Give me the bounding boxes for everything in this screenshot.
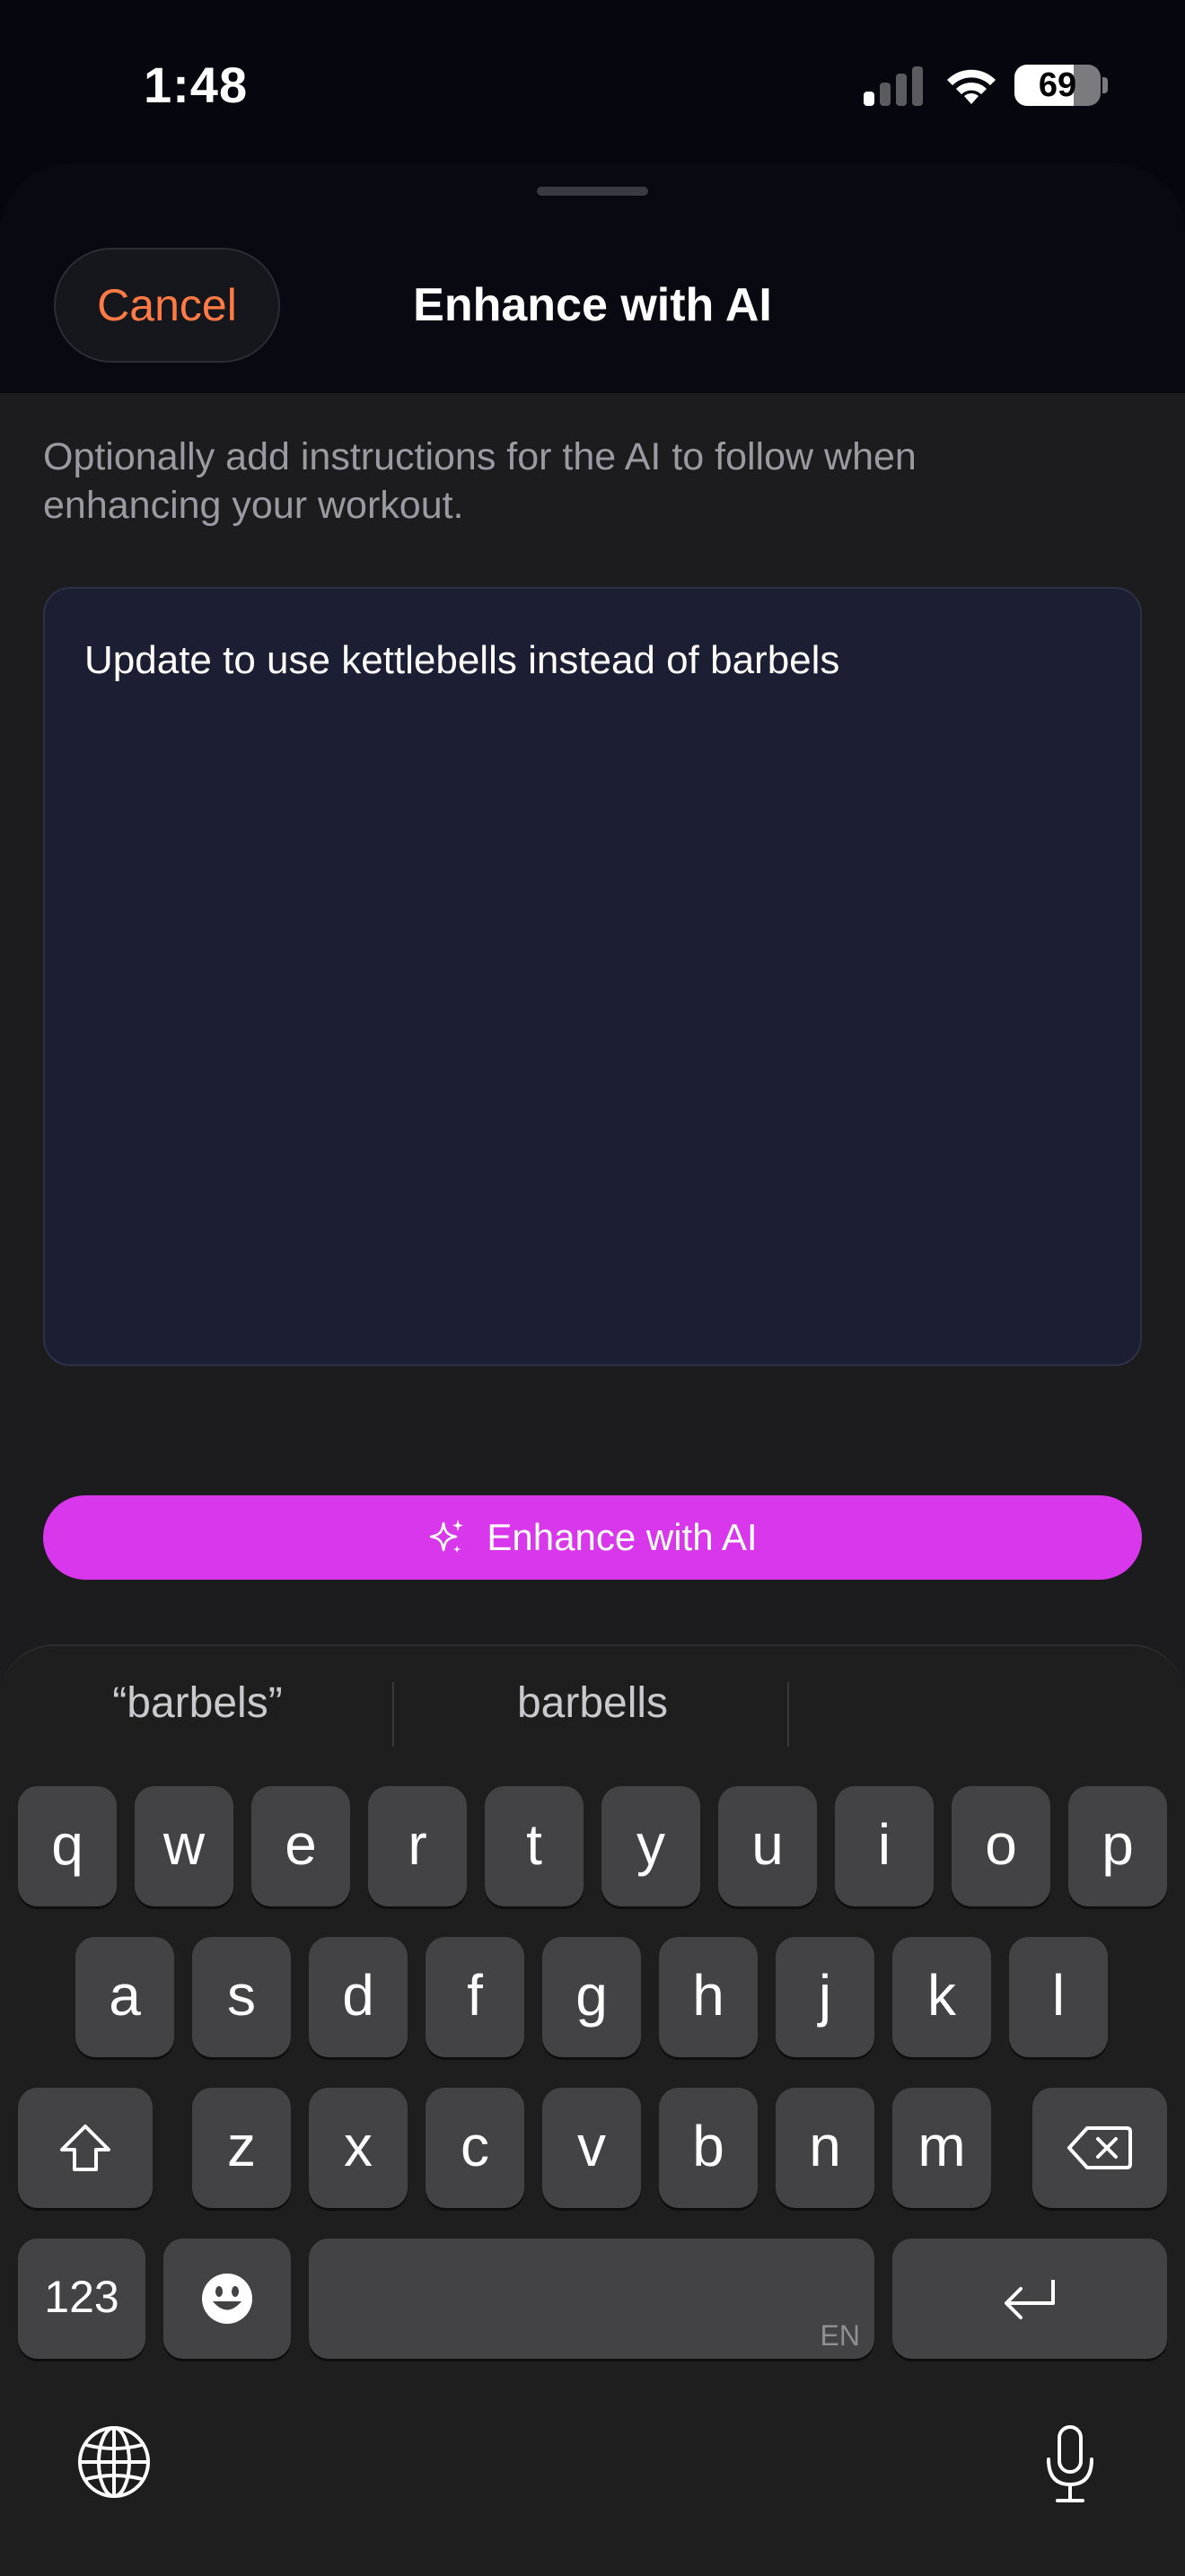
language-indicator: EN xyxy=(820,2319,860,2352)
key-z[interactable]: z xyxy=(192,2088,291,2208)
key-b[interactable]: b xyxy=(659,2088,758,2208)
wifi-icon xyxy=(947,69,996,104)
suggestion-item[interactable]: barbells xyxy=(413,1668,772,1739)
sheet-title: Enhance with AI xyxy=(413,279,772,331)
keyboard: “barbels” barbells q w e r t y u i o p a… xyxy=(0,1644,1185,2576)
key-d[interactable]: d xyxy=(309,1937,408,2057)
delete-icon xyxy=(1067,2126,1132,2169)
key-o[interactable]: o xyxy=(952,1786,1050,1906)
key-e[interactable]: e xyxy=(251,1786,350,1906)
suggestion-divider xyxy=(392,1682,394,1747)
emoji-icon xyxy=(202,2274,252,2324)
key-h[interactable]: h xyxy=(659,1937,758,2057)
enhance-button-label: Enhance with AI xyxy=(487,1516,758,1558)
sparkles-icon xyxy=(430,1520,464,1553)
enhance-with-ai-button[interactable]: Enhance with AI xyxy=(43,1495,1142,1580)
suggestion-item[interactable] xyxy=(808,1668,1149,1739)
delete-key[interactable] xyxy=(1032,2088,1167,2208)
battery-icon: 69 xyxy=(1014,65,1101,106)
key-f[interactable]: f xyxy=(426,1937,524,2057)
microphone-icon[interactable] xyxy=(1041,2423,1099,2506)
key-q[interactable]: q xyxy=(18,1786,117,1906)
key-p[interactable]: p xyxy=(1068,1786,1167,1906)
key-i[interactable]: i xyxy=(835,1786,934,1906)
instructions-text: Optionally add instructions for the AI t… xyxy=(43,435,917,527)
status-time: 1:48 xyxy=(144,57,249,113)
sheet-header: Cancel Enhance with AI xyxy=(0,163,1185,393)
sheet-grabber[interactable] xyxy=(537,187,648,196)
key-l[interactable]: l xyxy=(1009,1937,1108,2057)
shift-key[interactable] xyxy=(18,2088,153,2208)
globe-icon[interactable] xyxy=(75,2423,153,2501)
key-r[interactable]: r xyxy=(368,1786,467,1906)
suggestion-bar: “barbels” barbells xyxy=(0,1646,1185,1772)
suggestion-item[interactable]: “barbels” xyxy=(36,1668,359,1739)
numbers-key[interactable]: 123 xyxy=(18,2239,145,2359)
battery-level: 69 xyxy=(1038,66,1077,104)
instructions-input-value: Update to use kettlebells instead of bar… xyxy=(84,638,840,682)
battery-cap xyxy=(1102,77,1108,93)
key-a[interactable]: a xyxy=(75,1937,174,2057)
key-m[interactable]: m xyxy=(892,2088,991,2208)
key-n[interactable]: n xyxy=(776,2088,874,2208)
status-bar: 1:48 69 xyxy=(0,0,1185,162)
return-icon xyxy=(1005,2280,1055,2319)
key-s[interactable]: s xyxy=(192,1937,291,2057)
key-j[interactable]: j xyxy=(776,1937,874,2057)
instructions-input[interactable]: Update to use kettlebells instead of bar… xyxy=(43,587,1142,1366)
cellular-signal-icon xyxy=(864,66,925,106)
key-t[interactable]: t xyxy=(485,1786,584,1906)
key-w[interactable]: w xyxy=(135,1786,233,1906)
emoji-key[interactable] xyxy=(163,2239,291,2359)
key-y[interactable]: y xyxy=(601,1786,700,1906)
key-k[interactable]: k xyxy=(892,1937,991,2057)
key-u[interactable]: u xyxy=(718,1786,817,1906)
key-c[interactable]: c xyxy=(426,2088,524,2208)
suggestion-divider xyxy=(787,1682,789,1747)
key-x[interactable]: x xyxy=(309,2088,408,2208)
cancel-button[interactable]: Cancel xyxy=(54,248,280,363)
return-key[interactable] xyxy=(892,2239,1167,2359)
key-v[interactable]: v xyxy=(542,2088,641,2208)
space-key[interactable]: EN xyxy=(309,2239,874,2359)
key-g[interactable]: g xyxy=(542,1937,641,2057)
shift-icon xyxy=(60,2125,110,2171)
